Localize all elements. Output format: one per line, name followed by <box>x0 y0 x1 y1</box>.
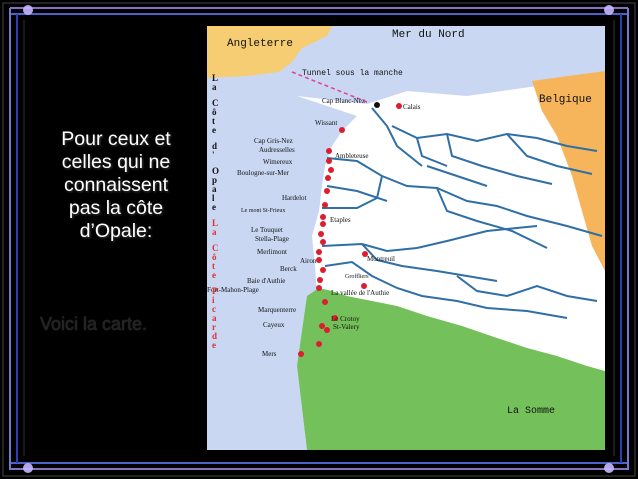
svg-text:a: a <box>212 227 217 237</box>
town-label: Montreuil <box>367 255 395 263</box>
town-label: Cayeux <box>263 321 285 329</box>
town-label: Boulogne-sur-Mer <box>237 169 290 177</box>
town-label: Hardelot <box>282 194 307 202</box>
intro-line: celles qui ne <box>61 151 171 173</box>
town-label: Etaples <box>330 216 351 224</box>
town-label: Audresselles <box>259 146 295 154</box>
slide-subtitle: Voici la carte. <box>40 314 148 334</box>
town-label: Le Touquet <box>251 226 283 234</box>
town-label: Berck <box>280 265 297 273</box>
label-somme: La Somme <box>507 406 555 417</box>
town-label: La vallée de l'Authie <box>331 289 389 297</box>
town-label: Wimereux <box>263 158 293 166</box>
intro-line: pas la côte <box>68 197 164 219</box>
town-label: Marquenterre <box>258 306 296 314</box>
town-label: Cap Blanc-Nez <box>322 97 365 105</box>
town-label: Groffliers <box>345 273 369 280</box>
svg-text:a: a <box>212 82 217 92</box>
town-label: Airon <box>300 257 317 265</box>
town-label: Calais <box>403 103 421 111</box>
coast-map: Angleterre Mer du Nord Tunnel sous la ma… <box>207 26 605 450</box>
label-belgium: Belgique <box>539 94 592 106</box>
town-label: Le Crotoy <box>331 315 360 323</box>
intro-text: Pour ceux et celles qui ne connaissent p… <box>36 128 196 243</box>
svg-text:e: e <box>212 340 216 350</box>
svg-text:e: e <box>212 202 216 212</box>
label-tunnel: Tunnel sous la manche <box>302 69 403 78</box>
intro-line: connaissent <box>63 174 169 196</box>
label-england: Angleterre <box>227 38 293 50</box>
town-label: Mers <box>262 350 277 358</box>
town-label: Le mont St-Frieux <box>241 208 285 214</box>
svg-text:e: e <box>212 270 216 280</box>
town-label: Baie d'Authie <box>247 277 285 285</box>
intro-line: Pour ceux et <box>61 128 171 150</box>
svg-text:e: e <box>212 125 216 135</box>
town-label: Merlimont <box>257 248 287 256</box>
town-label: Stella-Plage <box>255 235 289 243</box>
label-north-sea: Mer du Nord <box>392 29 465 41</box>
town-label: Ambleteuse <box>335 152 368 160</box>
svg-text:': ' <box>212 150 215 160</box>
town-label: Wissant <box>315 119 337 127</box>
intro-line: d’Opale: <box>79 220 153 242</box>
town-label: St-Valery <box>333 323 360 331</box>
town-label: Cap Gris-Nez <box>254 137 293 145</box>
